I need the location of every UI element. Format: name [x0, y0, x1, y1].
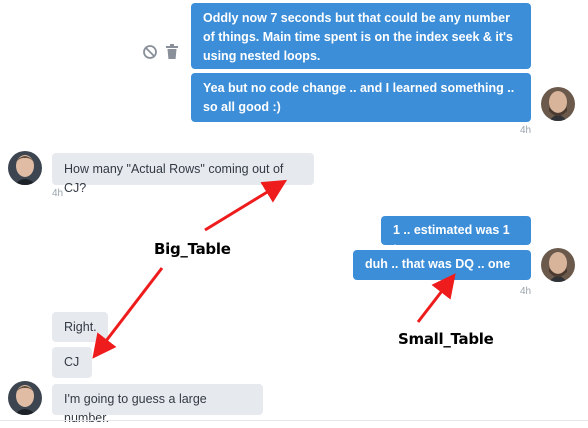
message-text: Yea but no code change .. and I learned … — [203, 81, 515, 114]
message-text: Right. — [64, 320, 97, 334]
message-text: Oddly now 7 seconds but that could be an… — [203, 11, 513, 63]
message-bubble-incoming: Right. — [52, 312, 108, 342]
trash-icon[interactable] — [165, 44, 179, 63]
message-bubble-outgoing: 1 .. estimated was 1 too — [381, 216, 531, 256]
divider — [0, 420, 588, 421]
avatar[interactable] — [8, 151, 42, 185]
message-bubble-incoming: I'm going to guess a large number. — [52, 384, 263, 425]
timestamp: 4h — [52, 188, 64, 199]
timestamp: 4h — [520, 125, 532, 136]
timestamp: 4h — [520, 286, 532, 297]
message-bubble-incoming: How many "Actual Rows" coming out of CJ? — [52, 153, 314, 195]
annotation-label-small-table: Small_Table — [398, 330, 494, 348]
block-icon[interactable] — [142, 44, 158, 63]
arrow-to-dq-message — [416, 273, 456, 323]
message-text: duh .. that was DQ .. one sec — [365, 257, 511, 290]
arrow-to-cj-question — [204, 179, 288, 232]
annotation-label-big-table: Big_Table — [154, 240, 231, 258]
message-bubble-outgoing: Oddly now 7 seconds but that could be an… — [191, 3, 531, 69]
avatar[interactable] — [541, 87, 575, 121]
message-text: How many "Actual Rows" coming out of CJ? — [64, 162, 284, 195]
message-bubble-incoming: CJ — [52, 347, 92, 378]
avatar[interactable] — [541, 248, 575, 282]
message-bubble-outgoing: duh .. that was DQ .. one sec — [353, 250, 531, 290]
message-bubble-outgoing: Yea but no code change .. and I learned … — [191, 73, 531, 122]
avatar[interactable] — [8, 381, 42, 415]
message-text: CJ — [64, 355, 80, 369]
